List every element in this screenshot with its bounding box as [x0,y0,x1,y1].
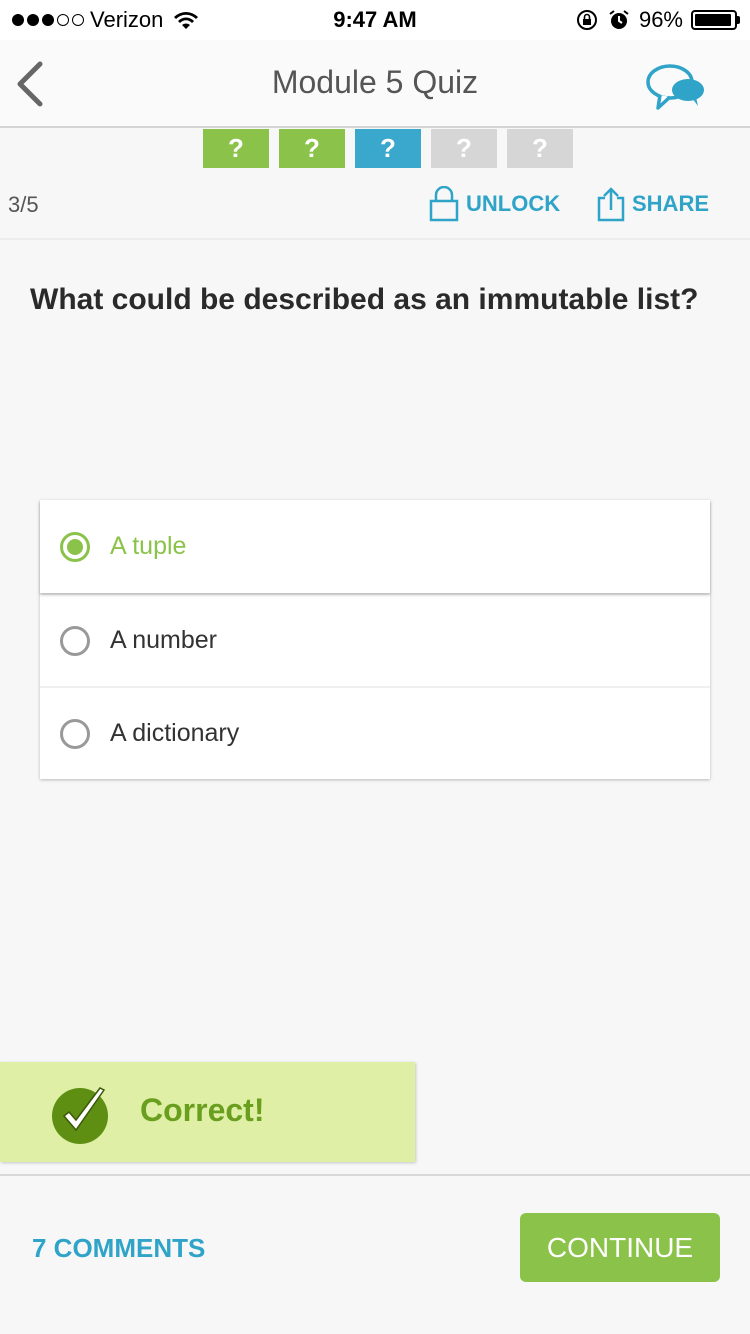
answer-option[interactable]: A dictionary [40,686,710,779]
radio-selected-icon [60,531,90,562]
quiz-screen: Verizon 9:47 AM 96% Module 5 Quiz ? ? ? … [0,0,750,1334]
radio-unselected-icon [60,718,90,749]
answer-options: A tuple A number A dictionary [40,500,710,779]
checkmark-circle-icon [52,1087,108,1144]
unlock-button[interactable]: UNLOCK [428,186,560,222]
answer-option[interactable]: A number [40,593,710,686]
question-counter: 3/5 [8,192,39,217]
share-label: SHARE [632,191,710,216]
nav-bar: Module 5 Quiz [0,40,750,128]
progress-question-5[interactable]: ? [507,129,573,168]
progress-question-2[interactable]: ? [279,129,345,168]
alarm-icon [609,10,629,29]
battery-icon [691,10,740,30]
battery-percent: 96% [638,7,683,32]
answer-label: A tuple [110,532,187,560]
status-right: 96% [575,7,740,33]
progress-question-1[interactable]: ? [203,129,269,168]
answer-label: A dictionary [110,719,240,747]
question-progress: ? ? ? ? ? [203,129,573,168]
radio-unselected-icon [60,625,90,656]
continue-button[interactable]: CONTINUE [520,1213,720,1282]
question-text: What could be described as an immutable … [30,283,699,316]
share-icon [597,187,625,222]
battery-level-fill [695,14,732,26]
answer-label: A number [110,626,218,654]
feedback-banner: Correct! [0,1062,415,1162]
progress-question-4[interactable]: ? [431,129,497,168]
lock-icon [429,186,459,222]
feedback-text: Correct! [140,1092,265,1128]
page-title: Module 5 Quiz [271,64,479,100]
comments-link[interactable]: 7 COMMENTS [32,1233,205,1264]
status-bar: Verizon 9:47 AM 96% [0,0,750,40]
share-button[interactable]: SHARE [596,186,709,222]
unlock-label: UNLOCK [466,191,561,216]
footer-divider [0,1174,750,1176]
answer-option[interactable]: A tuple [40,500,710,593]
orientation-lock-icon [576,10,597,30]
progress-question-3[interactable]: ? [355,129,421,168]
divider [0,238,750,240]
chat-bubbles-icon[interactable] [644,62,710,114]
